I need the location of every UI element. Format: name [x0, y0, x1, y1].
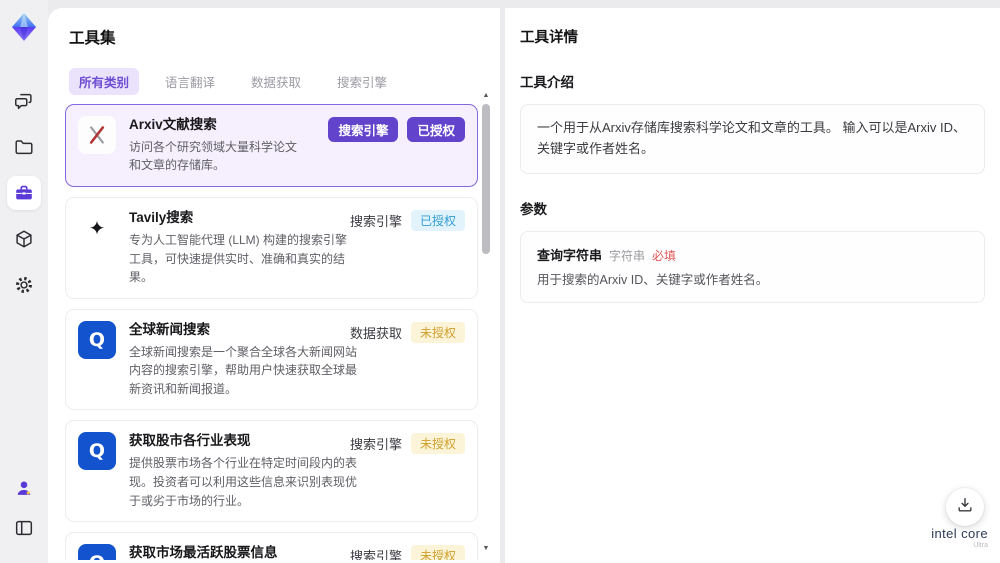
category-badge: 搜索引擎: [349, 549, 402, 560]
param-item: 查询字符串 字符串 必填 用于搜索的Arxiv ID、关键字或作者姓名。: [537, 245, 968, 290]
folder-icon: [13, 136, 35, 158]
category-badge: 搜索引擎: [328, 117, 399, 142]
tool-details-panel: 工具详情 工具介绍 一个用于从Arxiv存储库搜索科学论文和文章的工具。 输入可…: [505, 8, 1000, 563]
main-surface: 工具集 所有类别 语言翻译 数据获取 搜索引擎 Arxiv文献搜索 访问各个研究…: [48, 8, 1000, 563]
tool-card[interactable]: ✦ Q Arxiv文献搜索 访问各个研究领域大量科学论文和文章的存储库: [65, 104, 478, 188]
tool-description: 访问各个研究领域大量科学论文和文章的存储库。: [129, 139, 298, 173]
param-name: 查询字符串: [537, 247, 603, 263]
intro-text: 一个用于从Arxiv存储库搜索科学论文和文章的工具。 输入可以是Arxiv ID…: [537, 120, 967, 156]
auth-status-badge: 已授权: [407, 117, 465, 142]
tool-icon: ✦ Q: [78, 116, 116, 154]
sidebar-item-models[interactable]: [7, 222, 41, 256]
tool-name: Tavily搜索: [129, 210, 194, 226]
left-rail: [0, 0, 48, 563]
intel-core-sub-label: Ultra: [973, 542, 988, 549]
scroll-up-arrow-icon[interactable]: ▲: [481, 92, 491, 100]
sidebar-item-settings[interactable]: [7, 268, 41, 302]
toolbox-icon: [13, 182, 35, 204]
auth-status-badge: 已授权: [410, 210, 465, 232]
tool-card[interactable]: ✦ Q 获取股市各行业表现 提供股票市场各个行业在特定时间段内的表现。: [65, 420, 478, 523]
blue-search-logo-icon: Q: [78, 320, 116, 359]
tool-badges: 搜索引擎 已授权: [349, 210, 465, 232]
arxiv-logo-icon: [78, 116, 116, 154]
category-tab[interactable]: 数据获取: [241, 68, 311, 95]
intel-core-badge: intel core Ultra: [931, 526, 988, 549]
auth-status-badge: 未授权: [410, 545, 465, 560]
download-button[interactable]: [946, 488, 984, 526]
tool-description: 专为人工智能代理 (LLM) 构建的搜索引擎工具，可快速提供实时、准确和真实的结…: [129, 232, 348, 285]
category-badge: 数据获取: [349, 325, 402, 341]
tool-card-list: ✦ Q Arxiv文献搜索 访问各个研究领域大量科学论文和文章的存储库: [65, 104, 478, 560]
intro-heading: 工具介绍: [520, 75, 574, 90]
tool-name: 全球新闻搜索: [129, 321, 210, 337]
sidebar-item-files[interactable]: [7, 130, 41, 164]
user-icon: [13, 477, 35, 499]
package-icon: [13, 228, 35, 250]
collapse-panel-button[interactable]: [7, 511, 41, 545]
tool-name: 获取市场最活跃股票信息: [129, 545, 278, 560]
category-tab[interactable]: 搜索引擎: [327, 68, 397, 95]
rail-footer: [7, 471, 41, 551]
gear-icon: [13, 274, 35, 296]
param-head: 查询字符串 字符串 必填: [537, 245, 968, 264]
scrollbar-thumb[interactable]: [482, 104, 490, 254]
tool-badges: 搜索引擎 未授权: [350, 545, 465, 560]
list-scrollbar[interactable]: ▲ ▼: [481, 92, 491, 553]
page-title: 工具集: [69, 30, 116, 47]
sidebar-item-chat[interactable]: [7, 84, 41, 118]
category-tabs: 所有类别 语言翻译 数据获取 搜索引擎: [69, 68, 500, 95]
tool-card[interactable]: ✦ Q Tavily搜索 专为人工智能代理 (LLM) 构建的搜索引擎: [65, 197, 478, 299]
blue-search-logo-icon: Q: [78, 544, 116, 560]
auth-status-badge: 未授权: [410, 433, 465, 455]
params-box: 查询字符串 字符串 必填 用于搜索的Arxiv ID、关键字或作者姓名。: [520, 230, 985, 304]
tool-description: 全球新闻搜索是一个聚合全球各大新闻网站内容的搜索引擎，帮助用户快速获取全球最新资…: [129, 344, 358, 396]
tool-card[interactable]: ✦ Q 获取市场最活跃股票信息 提供当天交易量最高的股票列表。投资者可: [65, 532, 478, 560]
param-required-flag: 必填: [652, 248, 677, 263]
tool-description: 提供股票市场各个行业在特定时间段内的表现。投资者可以利用这些信息来识别表现优于或…: [129, 456, 358, 508]
category-badge: 搜索引擎: [349, 214, 402, 230]
scroll-down-arrow-icon[interactable]: ▼: [481, 545, 491, 553]
tool-icon: ✦ Q: [78, 320, 116, 359]
user-avatar-button[interactable]: [7, 471, 41, 505]
app-logo-icon: [7, 10, 41, 44]
tool-badges: 数据获取 未授权: [349, 321, 465, 343]
blue-search-logo-icon: Q: [78, 432, 116, 471]
params-heading: 参数: [520, 201, 547, 217]
panel-toggle-icon: [13, 517, 35, 539]
tool-card[interactable]: ✦ Q 全球新闻搜索 全球新闻搜索是一个聚合全球各大新闻网站内容的搜索: [65, 308, 478, 411]
tool-name: 获取股市各行业表现: [129, 433, 251, 449]
chat-icon: [13, 90, 35, 112]
intro-box: 一个用于从Arxiv存储库搜索科学论文和文章的工具。 输入可以是Arxiv ID…: [520, 104, 985, 174]
tool-list-panel: 工具集 所有类别 语言翻译 数据获取 搜索引擎 Arxiv文献搜索 访问各个研究…: [48, 8, 500, 563]
param-description: 用于搜索的Arxiv ID、关键字或作者姓名。: [537, 272, 769, 287]
tool-icon: ✦ Q: [78, 209, 116, 248]
category-tab[interactable]: 所有类别: [69, 68, 140, 95]
tool-badges: 搜索引擎 未授权: [349, 433, 465, 455]
tool-icon: ✦ Q: [78, 432, 116, 471]
category-badge: 搜索引擎: [349, 437, 402, 453]
tool-badges: 搜索引擎 已授权: [328, 117, 465, 142]
tool-icon: ✦ Q: [78, 544, 116, 560]
tavily-star-icon: ✦: [78, 209, 116, 248]
param-type: 字符串: [609, 248, 646, 263]
tool-name: Arxiv文献搜索: [129, 117, 217, 132]
sidebar-item-toolbox[interactable]: [7, 176, 41, 210]
download-icon: [955, 495, 975, 520]
details-title: 工具详情: [520, 30, 578, 46]
intel-core-logo: intel core: [931, 526, 988, 541]
auth-status-badge: 未授权: [410, 321, 465, 343]
category-tab[interactable]: 语言翻译: [155, 68, 225, 95]
